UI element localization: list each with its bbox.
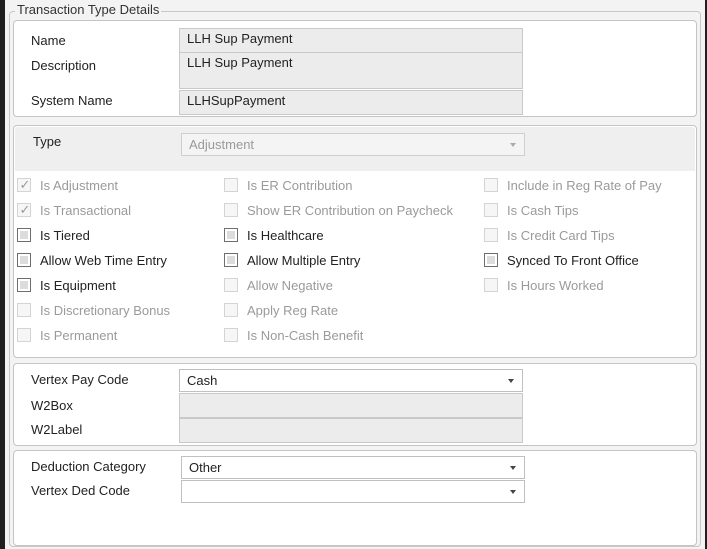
checkbox-synced-to-front-office[interactable]: Synced To Front Office	[484, 251, 639, 269]
type-dropdown[interactable]: Adjustment	[181, 133, 525, 156]
checkbox-label: Is Permanent	[40, 327, 118, 343]
checkbox-box: ✓	[17, 177, 31, 192]
checkbox-label: Is Tiered	[40, 227, 90, 243]
checkbox-box	[484, 278, 498, 292]
deduction-category-dropdown[interactable]: Other	[181, 456, 525, 479]
name-label: Name	[31, 33, 66, 48]
checkbox-is-equipment[interactable]: Is Equipment	[17, 276, 116, 294]
description-label: Description	[31, 58, 97, 73]
checkbox-is-credit-card-tips: Is Credit Card Tips	[484, 226, 615, 244]
checkbox-box	[224, 328, 238, 342]
checkbox-label: Allow Web Time Entry	[40, 252, 167, 268]
checkbox-label: Is Transactional	[40, 202, 132, 218]
checkbox-allow-web-time-entry[interactable]: Allow Web Time Entry	[17, 251, 167, 269]
checkbox-box[interactable]	[17, 253, 31, 267]
group-title: Transaction Type Details	[15, 2, 162, 17]
vertex-pay-code-dropdown[interactable]: Cash	[179, 369, 523, 392]
name-field[interactable]: LLH Sup Payment	[179, 28, 523, 53]
checkbox-label: Is Discretionary Bonus	[40, 302, 171, 318]
w2label-field[interactable]	[179, 418, 523, 443]
check-icon: ✓	[19, 202, 31, 217]
chevron-down-icon	[510, 466, 516, 470]
chevron-down-icon	[508, 379, 514, 383]
checkbox-allow-negative: Allow Negative	[224, 276, 333, 294]
checkbox-label: Include in Reg Rate of Pay	[507, 177, 662, 193]
checkbox-is-healthcare[interactable]: Is Healthcare	[224, 226, 324, 244]
checkbox-label: Is ER Contribution	[247, 177, 353, 193]
system-name-label: System Name	[31, 93, 113, 108]
checkbox-box	[224, 178, 238, 192]
checkbox-is-er-contribution: Is ER Contribution	[224, 176, 353, 194]
w2label-label: W2Label	[31, 422, 83, 437]
checkbox-is-transactional: ✓ Is Transactional	[17, 201, 131, 219]
checkbox-is-adjustment: ✓ Is Adjustment	[17, 176, 118, 194]
checkbox-label: Is Healthcare	[247, 227, 324, 243]
basic-info-section: Name LLH Sup Payment Description LLH Sup…	[13, 20, 697, 117]
type-value: Adjustment	[189, 137, 255, 152]
checkbox-label: Is Cash Tips	[507, 202, 579, 218]
checkbox-label: Is Equipment	[40, 277, 116, 293]
checkbox-label: Show ER Contribution on Paycheck	[247, 202, 453, 218]
checkbox-box[interactable]	[224, 253, 238, 267]
checkbox-box[interactable]	[17, 228, 31, 242]
checkbox-box	[484, 178, 498, 192]
checkbox-label: Allow Negative	[247, 277, 333, 293]
checkbox-is-tiered[interactable]: Is Tiered	[17, 226, 90, 244]
checkbox-box	[484, 228, 498, 242]
checkbox-box	[224, 278, 238, 292]
checkbox-is-discretionary-bonus: Is Discretionary Bonus	[17, 301, 170, 319]
chevron-down-icon	[510, 143, 516, 147]
vertex-pay-section: Vertex Pay Code Cash W2Box W2Label	[13, 363, 697, 446]
checkbox-show-er-contribution-on-paycheck: Show ER Contribution on Paycheck	[224, 201, 453, 219]
checkbox-box[interactable]	[484, 253, 498, 267]
checkbox-include-in-reg-rate-of-pay: Include in Reg Rate of Pay	[484, 176, 662, 194]
checkbox-allow-multiple-entry[interactable]: Allow Multiple Entry	[224, 251, 360, 269]
checkbox-is-permanent: Is Permanent	[17, 326, 117, 344]
checkbox-box	[224, 303, 238, 317]
system-name-field[interactable]: LLHSupPayment	[179, 90, 523, 115]
deduction-section: Deduction Category Other Vertex Ded Code	[13, 450, 697, 546]
checkbox-box[interactable]	[224, 228, 238, 242]
description-field[interactable]: LLH Sup Payment	[179, 52, 523, 89]
type-section: Type Adjustment ✓ Is Adjustment ✓ Is Transa…	[13, 125, 697, 358]
checkbox-box	[224, 203, 238, 217]
checkbox-is-non-cash-benefit: Is Non-Cash Benefit	[224, 326, 363, 344]
checkbox-box	[17, 328, 31, 342]
checkbox-label: Allow Multiple Entry	[247, 252, 361, 268]
checkbox-is-cash-tips: Is Cash Tips	[484, 201, 579, 219]
w2box-label: W2Box	[31, 398, 73, 413]
vertex-ded-code-dropdown[interactable]	[181, 480, 525, 503]
transaction-type-panel: Transaction Type Details Name LLH Sup Pa…	[5, 0, 705, 549]
type-label: Type	[33, 134, 62, 149]
vertex-pay-code-label: Vertex Pay Code	[31, 372, 129, 387]
checkbox-apply-reg-rate: Apply Reg Rate	[224, 301, 338, 319]
checkbox-label: Synced To Front Office	[507, 252, 639, 268]
checkbox-box	[17, 303, 31, 317]
checkbox-box	[484, 203, 498, 217]
checkbox-label: Is Credit Card Tips	[507, 227, 615, 243]
checkbox-label: Apply Reg Rate	[247, 302, 339, 318]
checkbox-label: Is Non-Cash Benefit	[247, 327, 364, 343]
chevron-down-icon	[510, 490, 516, 494]
deduction-category-value: Other	[189, 460, 222, 475]
vertex-pay-code-value: Cash	[187, 373, 218, 388]
checkbox-label: Is Hours Worked	[507, 277, 604, 293]
checkbox-box[interactable]	[17, 278, 31, 292]
checkbox-box: ✓	[17, 202, 31, 217]
checkbox-label: Is Adjustment	[40, 177, 119, 193]
check-icon: ✓	[19, 177, 31, 192]
vertex-ded-code-label: Vertex Ded Code	[31, 483, 131, 498]
w2box-field[interactable]	[179, 393, 523, 418]
checkbox-is-hours-worked: Is Hours Worked	[484, 276, 604, 294]
deduction-category-label: Deduction Category	[31, 459, 146, 474]
